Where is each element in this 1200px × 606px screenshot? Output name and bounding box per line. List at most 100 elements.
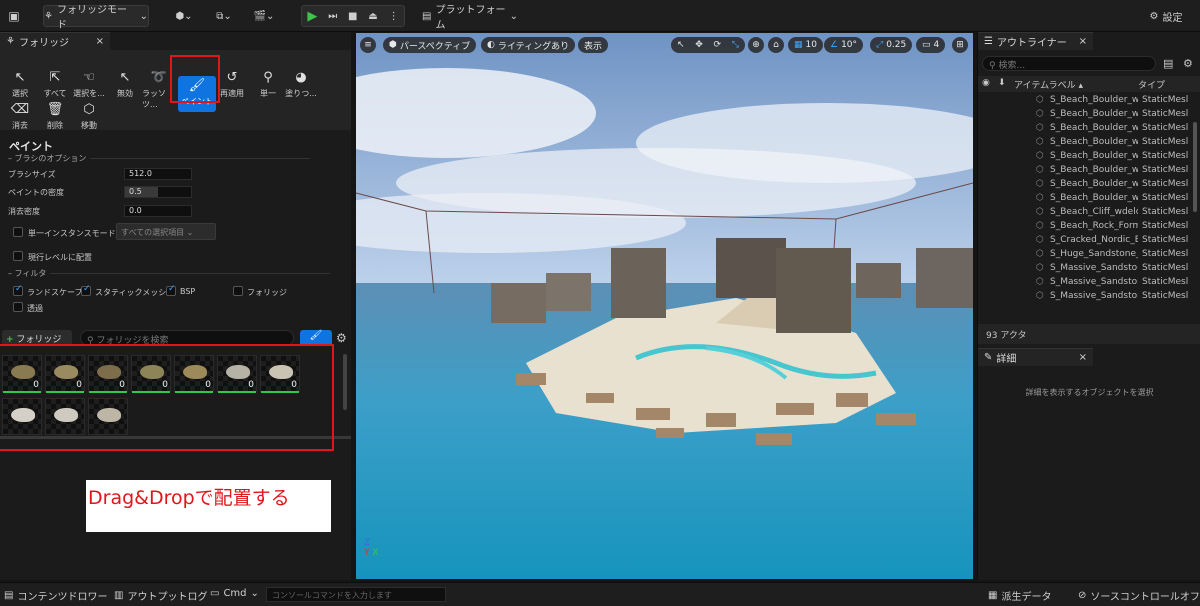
eye-icon[interactable]: ◉ bbox=[982, 78, 990, 88]
pin-icon[interactable]: ⬇ bbox=[998, 78, 1006, 88]
col-type[interactable]: タイプ bbox=[1138, 78, 1165, 91]
tool-move[interactable]: ⬡ 移動 bbox=[72, 100, 106, 138]
tool-delete[interactable]: 🗑 削除 bbox=[38, 100, 72, 138]
filter-translucent-checkbox[interactable] bbox=[13, 302, 23, 312]
angle-snap-button[interactable]: ∠ 10° bbox=[824, 37, 864, 53]
tool-invalid[interactable]: ↖ 無効 bbox=[108, 68, 142, 106]
outliner-row[interactable]: ⬡ S_Beach_Boulder_wf StaticMesl bbox=[978, 192, 1193, 206]
outliner-row-type: StaticMesl bbox=[1142, 207, 1189, 217]
select-mode-icon[interactable]: ↖ bbox=[677, 40, 685, 50]
tool-erase[interactable]: ⌫ 消去 bbox=[3, 100, 37, 138]
close-icon[interactable]: × bbox=[1079, 36, 1087, 47]
eject-icon[interactable]: ⏏ bbox=[368, 11, 377, 22]
settings-button[interactable]: ⚙ 設定 bbox=[1138, 5, 1194, 27]
single-instance-dropdown[interactable]: すべての選択項目 ⌄ bbox=[116, 223, 216, 240]
output-log-button[interactable]: ▥ アウトプットログ bbox=[114, 588, 207, 603]
platform-dropdown[interactable]: ▤ プラットフォーム ⌄ bbox=[422, 5, 518, 31]
col-item-label[interactable]: アイテムラベル ▴ bbox=[1014, 78, 1083, 91]
camera-speed-button[interactable]: ▭ 4 bbox=[916, 37, 946, 53]
cinematics-button[interactable]: 🎬⌄ bbox=[250, 5, 278, 27]
outliner-row[interactable]: ⬡ S_Huge_Sandstone_(StaticMesl bbox=[978, 248, 1193, 262]
tab-details[interactable]: ✎ 詳細 × bbox=[978, 348, 1093, 366]
foliage-mode-icon: ⚘ bbox=[44, 10, 53, 22]
col-item-label-text: アイテムラベル bbox=[1014, 81, 1076, 91]
outliner-row[interactable]: ⬡ S_Beach_Boulder_wc StaticMesl bbox=[978, 122, 1193, 136]
outliner-row[interactable]: ⬡ S_Massive_Sandstor StaticMesl bbox=[978, 262, 1193, 276]
cmd-dropdown[interactable]: ▭ Cmd ⌄ bbox=[210, 588, 259, 599]
outliner-row[interactable]: ⬡ S_Massive_Sandstor StaticMesl bbox=[978, 276, 1193, 290]
close-icon[interactable]: × bbox=[96, 36, 104, 47]
tool-label: 再適用 bbox=[220, 89, 244, 98]
tab-outliner[interactable]: ☰ アウトライナー × bbox=[978, 32, 1093, 50]
tool-single[interactable]: ⚲ 単一 bbox=[251, 68, 285, 106]
gear-icon[interactable]: ⚙ bbox=[336, 331, 347, 345]
settings-label: 設定 bbox=[1162, 12, 1183, 24]
foliage-scrollbar[interactable] bbox=[343, 354, 347, 410]
scale-icon[interactable]: ⤡ bbox=[732, 40, 739, 50]
outliner-header: ◉ ⬇ アイテムラベル ▴ タイプ bbox=[978, 76, 1200, 92]
stop-icon[interactable]: ■ bbox=[348, 11, 357, 22]
current-level-checkbox[interactable] bbox=[13, 251, 23, 261]
surface-snap-icon[interactable]: ⌂ bbox=[768, 37, 784, 53]
outliner-row[interactable]: ⬡ S_Beach_Boulder_wc StaticMesl bbox=[978, 108, 1193, 122]
outliner-search-input[interactable]: ⚲ 検索... bbox=[982, 56, 1156, 71]
perspective-button[interactable]: ⬢ パースペクティブ bbox=[383, 37, 477, 53]
world-local-icon[interactable]: ⊕ bbox=[748, 37, 764, 53]
blueprint-button[interactable]: ⧉⌄ bbox=[210, 5, 238, 27]
paint-density-input[interactable]: 0.5 bbox=[124, 186, 192, 198]
filter-staticmesh-checkbox[interactable] bbox=[81, 284, 91, 296]
maximize-viewport-icon[interactable]: ⊞ bbox=[952, 37, 968, 53]
brush-options-header[interactable]: – ブラシのオプション bbox=[8, 153, 344, 165]
tool-fill[interactable]: ◕ 塗りつ... bbox=[284, 68, 318, 106]
close-icon[interactable]: × bbox=[1079, 352, 1087, 363]
outliner-row[interactable]: ⬡ S_Beach_Boulder_we StaticMesl bbox=[978, 150, 1193, 164]
static-mesh-icon: ⬡ bbox=[1036, 277, 1044, 287]
mode-dropdown[interactable]: ⚘ フォリッジモード ⌄ bbox=[43, 5, 149, 31]
erase-density-input[interactable]: 0.0 bbox=[124, 205, 192, 217]
brush-size-input[interactable]: 512.0 bbox=[124, 168, 192, 180]
lighting-button[interactable]: ◐ ライティングあり bbox=[481, 37, 576, 53]
console-input[interactable]: コンソールコマンドを入力します bbox=[266, 587, 446, 602]
filter-bsp-checkbox[interactable] bbox=[166, 284, 176, 296]
single-instance-label: 単一インスタンスモード: bbox=[28, 229, 119, 238]
filter-landscape-checkbox[interactable] bbox=[13, 284, 23, 296]
outliner-row[interactable]: ⬡ S_Beach_Rock_Form StaticMesl bbox=[978, 220, 1193, 234]
scale-snap-icon: ⤢ bbox=[876, 40, 884, 50]
gear-icon[interactable]: ⚙ bbox=[1183, 57, 1193, 70]
tab-foliage[interactable]: ⚘ フォリッジ × bbox=[0, 32, 110, 50]
scale-snap-button[interactable]: ⤢ 0.25 bbox=[870, 37, 913, 53]
add-content-button[interactable]: ⬢⌄ bbox=[170, 5, 198, 27]
outliner-row[interactable]: ⬡ S_Beach_Boulder_we StaticMesl bbox=[978, 164, 1193, 178]
source-control-button[interactable]: ⊘ ソースコントロールオフ bbox=[1078, 588, 1200, 603]
more-options-icon[interactable]: ⋮ bbox=[389, 11, 399, 22]
play-icon[interactable]: ▶ bbox=[307, 9, 317, 24]
outliner-row-type: StaticMesl bbox=[1142, 151, 1189, 161]
rotate-icon[interactable]: ⟳ bbox=[714, 40, 722, 50]
show-button[interactable]: 表示 bbox=[578, 37, 609, 53]
outliner-scrollbar[interactable] bbox=[1193, 122, 1197, 212]
grid-snap-button[interactable]: ▦ 10 bbox=[788, 37, 823, 53]
outliner-row[interactable]: ⬡ S_Beach_Cliff_wdelc StaticMesl bbox=[978, 206, 1193, 220]
single-instance-checkbox[interactable] bbox=[13, 227, 23, 237]
outliner-row[interactable]: ⬡ S_Cracked_Nordic_B StaticMesl bbox=[978, 234, 1193, 248]
save-icon[interactable]: ▣ bbox=[6, 5, 22, 27]
filter-header[interactable]: – フィルタ bbox=[8, 268, 344, 280]
derived-data-button[interactable]: ▦ 派生データ bbox=[988, 588, 1051, 603]
filter-label: フィルタ bbox=[14, 269, 47, 278]
outliner-row[interactable]: ⬡ S_Beach_Boulder_wc StaticMesl bbox=[978, 94, 1193, 108]
folder-add-icon[interactable]: ▤ bbox=[1163, 57, 1173, 70]
step-icon[interactable]: ⏭ bbox=[328, 11, 337, 22]
outliner-row[interactable]: ⬡ S_Beach_Boulder_we StaticMesl bbox=[978, 136, 1193, 150]
chevron-down-icon: ⌄ bbox=[139, 10, 148, 22]
content-drawer-button[interactable]: ▤ コンテンツドロワー bbox=[4, 588, 107, 603]
outliner-row[interactable]: ⬡ S_Beach_Boulder_we StaticMesl bbox=[978, 178, 1193, 192]
filter-foliage-checkbox[interactable] bbox=[233, 286, 243, 296]
outliner-row[interactable]: ⬡ S_Massive_Sandstor StaticMesl bbox=[978, 290, 1193, 304]
viewport-menu-button[interactable]: ≡ bbox=[360, 37, 376, 53]
grid-icon: ▦ bbox=[794, 40, 803, 50]
lighting-icon: ◐ bbox=[487, 40, 495, 50]
outliner-row-type: StaticMesl bbox=[1142, 95, 1189, 105]
level-viewport[interactable]: ≡ ⬢ パースペクティブ ◐ ライティングあり 表示 ↖ ✥ ⟳ ⤡ ⊕ ⌂ ▦ 10 ∠ 1… bbox=[356, 33, 973, 579]
translate-icon[interactable]: ✥ bbox=[695, 40, 703, 50]
tool-reapply[interactable]: ↺ 再適用 bbox=[215, 68, 249, 106]
